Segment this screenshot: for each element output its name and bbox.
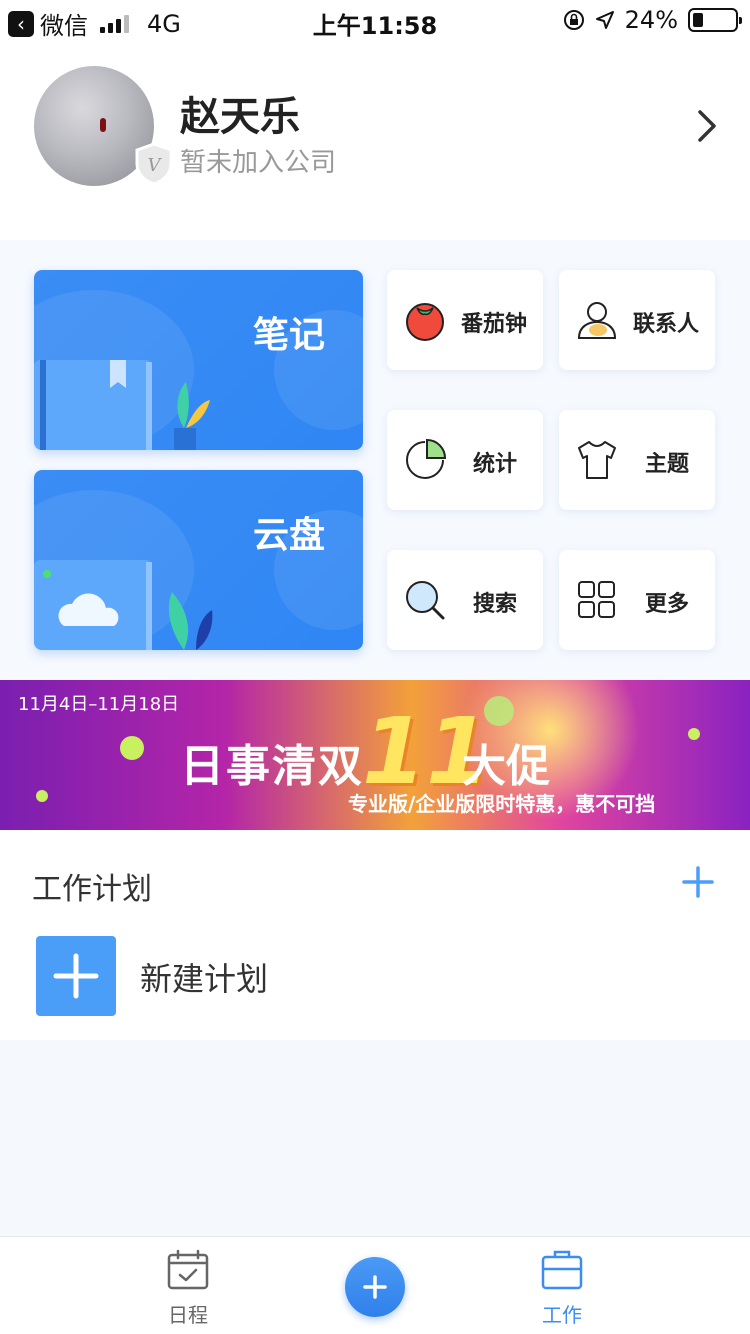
statistics-label: 统计: [473, 452, 518, 477]
contacts-tile[interactable]: 联系人: [559, 270, 715, 370]
battery-percent: 24%: [624, 6, 678, 34]
tomato-label: 番茄钟: [461, 312, 528, 337]
promo-headline: 日事清双: [180, 741, 364, 792]
cloud-drive-icon: [34, 560, 213, 650]
user-name: 赵天乐: [180, 94, 300, 140]
tomato-timer-tile[interactable]: 番茄钟: [387, 270, 543, 370]
promo-subtitle: 专业版/企业版限时特惠，惠不可挡: [348, 792, 656, 816]
search-tile[interactable]: 搜索: [387, 550, 543, 650]
notes-label: 笔记: [252, 315, 325, 356]
new-plan-button[interactable]: [36, 936, 116, 1016]
tab-bar: 日程 工作: [0, 1236, 750, 1334]
notes-card[interactable]: 笔记: [34, 270, 363, 450]
add-fab-button[interactable]: [345, 1257, 405, 1317]
rotation-lock-icon: [563, 10, 584, 30]
status-bar: ‹ 微信 4G 上午11:58 24%: [0, 0, 750, 40]
tab-work[interactable]: 工作: [522, 1249, 602, 1328]
statistics-tile[interactable]: 统计: [387, 410, 543, 510]
pie-chart-icon: [406, 438, 447, 479]
battery-icon: [688, 8, 742, 32]
work-plan-section: 工作计划 新建计划: [0, 830, 750, 1040]
contacts-label: 联系人: [633, 312, 700, 337]
contact-icon: [577, 302, 617, 339]
theme-label: 主题: [645, 452, 690, 477]
tshirt-icon: [578, 441, 616, 479]
notebook-icon: [34, 360, 210, 450]
status-right: 24%: [563, 6, 742, 34]
briefcase-icon: [541, 1250, 583, 1290]
company-status: 暂未加入公司: [180, 148, 337, 178]
work-plan-title: 工作计划: [32, 872, 152, 907]
plus-icon: [53, 953, 99, 999]
cloud-label: 云盘: [252, 515, 325, 556]
tab-work-label: 工作: [542, 1303, 582, 1327]
svg-text:V: V: [148, 155, 163, 176]
tomato-icon: [406, 303, 444, 341]
chevron-right-icon[interactable]: [696, 108, 720, 144]
calendar-check-icon: [167, 1249, 209, 1290]
grid-more-icon: [578, 581, 615, 618]
vip-shield-icon: V: [135, 142, 173, 186]
new-plan-label[interactable]: 新建计划: [140, 954, 268, 1000]
more-label: 更多: [645, 592, 690, 617]
location-icon: [595, 11, 614, 29]
tab-schedule-label: 日程: [168, 1303, 208, 1327]
theme-tile[interactable]: 主题: [559, 410, 715, 510]
cloud-card[interactable]: 云盘: [34, 470, 363, 650]
promo-date-range: 11月4日–11月18日: [18, 694, 180, 715]
plus-icon: [363, 1275, 387, 1299]
add-plan-icon[interactable]: [682, 866, 714, 898]
search-label: 搜索: [473, 592, 518, 617]
more-tile[interactable]: 更多: [559, 550, 715, 650]
search-icon: [406, 581, 445, 620]
tab-schedule[interactable]: 日程: [148, 1249, 228, 1328]
profile-header[interactable]: V 赵天乐 暂未加入公司: [0, 40, 750, 240]
promo-banner[interactable]: 11月4日–11月18日 日事清双 11 大促 专业版/企业版限时特惠，惠不可挡: [0, 680, 750, 830]
feature-grid: 笔记 云盘 番茄钟 联系人 统计 主题 搜索 更多: [0, 240, 750, 680]
promo-sale-label: 大促: [462, 741, 550, 792]
